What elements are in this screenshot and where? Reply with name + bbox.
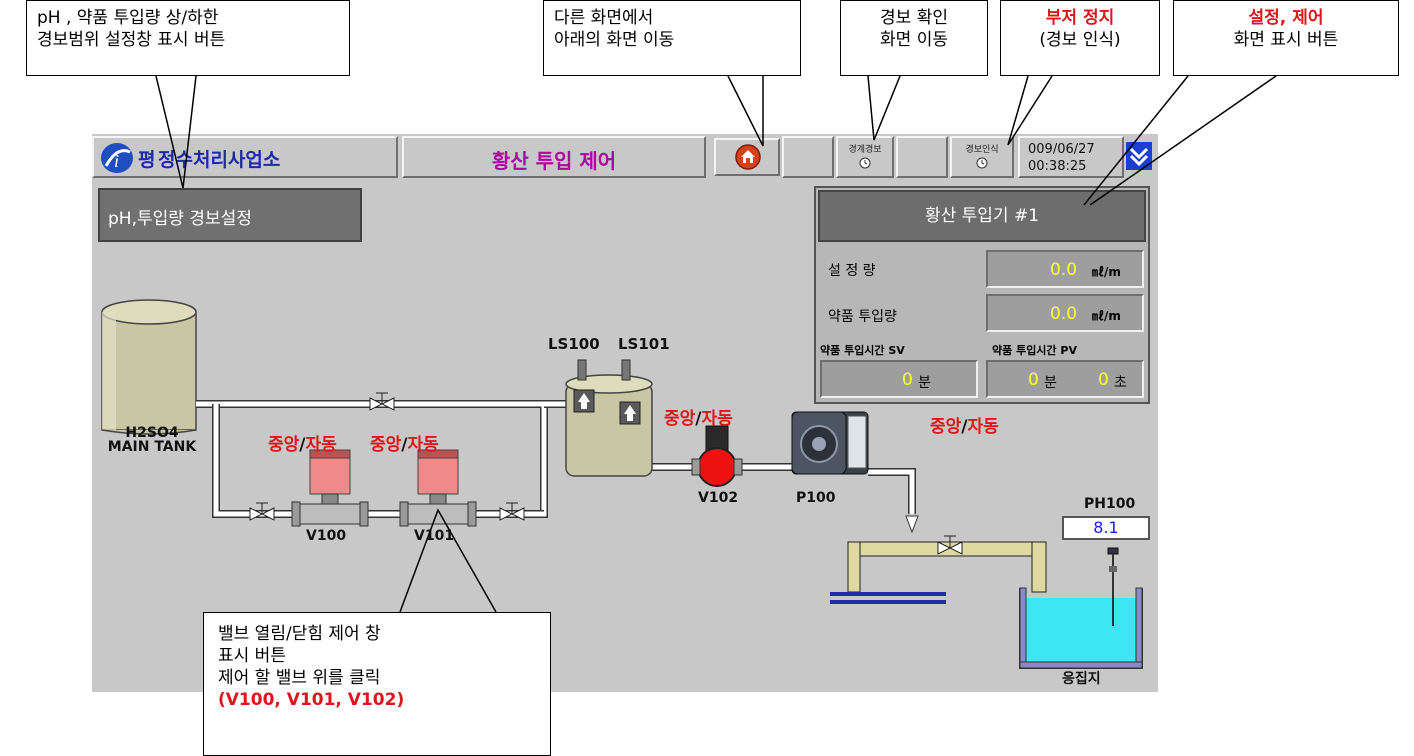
ls101-label: LS101 (618, 335, 670, 353)
callout-alarm-check: 경보 확인 화면 이동 (840, 0, 988, 76)
mode-tag-v102-central: 중앙 (664, 409, 696, 429)
ph-value: 8.1 (1093, 518, 1119, 537)
hmi-screen: i 평 정수처리사업소 황산 투입 제어 경계경보 경보인식 009/06/27… (92, 134, 1158, 692)
mode-tag-v102[interactable]: 중앙/자동 (664, 404, 733, 429)
v102-label: V102 (698, 490, 739, 506)
pointer-alarm-check (867, 75, 901, 141)
mode-tag-p100[interactable]: 중앙/자동 (930, 412, 999, 437)
v101-label: V101 (414, 528, 455, 544)
valve-v101[interactable] (399, 449, 477, 527)
callout-alarm-setting-line1: pH , 약품 투입량 상/하한 (37, 8, 219, 28)
mode-tag-v102-auto: 자동 (701, 409, 733, 429)
callout-control: 설정, 제어 화면 표시 버튼 (1173, 0, 1399, 76)
mode-tag-v100-auto: 자동 (305, 435, 337, 455)
main-tank (101, 299, 197, 435)
discharge-line (830, 515, 1047, 604)
callout-alarm-setting-line2: 경보범위 설정창 표시 버튼 (37, 30, 226, 50)
ls100-label: LS100 (548, 335, 600, 353)
callout-control-line1: 설정, 제어 (1248, 8, 1324, 28)
callout-buzzer-line2: (경보 인식) (1039, 30, 1121, 50)
basin-label: 응집지 (1062, 671, 1101, 687)
mode-tag-p100-central: 중앙 (930, 417, 962, 437)
pump-p100[interactable] (791, 411, 869, 475)
callout-home-line2: 아래의 화면 이동 (554, 30, 675, 50)
callout-valve-line3: 제어 할 밸브 위를 클릭 (218, 668, 381, 688)
callout-alarm-check-line1: 경보 확인 (880, 8, 948, 28)
mode-tag-v101-auto: 자동 (407, 435, 439, 455)
valve-v100[interactable] (291, 449, 369, 527)
valve-v102[interactable] (691, 425, 743, 487)
mode-tag-p100-auto: 자동 (967, 417, 999, 437)
mode-tag-v101-central: 중앙 (370, 435, 402, 455)
callout-alarm-check-line2: 화면 이동 (880, 30, 948, 50)
callout-control-line2: 화면 표시 버튼 (1233, 30, 1339, 50)
mode-tag-v100-central: 중앙 (268, 435, 300, 455)
callout-valve-line1: 밸브 열림/닫힘 제어 창 (218, 624, 381, 644)
callout-valve-line2: 표시 버튼 (218, 646, 286, 666)
callout-valve: 밸브 열림/닫힘 제어 창 표시 버튼 제어 할 밸브 위를 클릭 (V100,… (203, 612, 551, 756)
main-tank-label-line2: MAIN TANK (107, 439, 197, 455)
callout-buzzer-line1: 부저 정지 (1045, 8, 1115, 28)
mode-tag-v101[interactable]: 중앙/자동 (370, 430, 439, 455)
callout-home-line1: 다른 화면에서 (554, 8, 654, 28)
callout-valve-line4: (V100, V101, V102) (218, 690, 405, 710)
ph-value-box: 8.1 (1062, 516, 1150, 540)
callout-buzzer: 부저 정지 (경보 인식) (1000, 0, 1160, 76)
mode-tag-v100[interactable]: 중앙/자동 (268, 430, 337, 455)
callout-home: 다른 화면에서 아래의 화면 이동 (543, 0, 801, 76)
coagulation-basin (1019, 587, 1143, 669)
day-tank (565, 359, 653, 477)
ph-tag-label: PH100 (1084, 496, 1136, 512)
main-tank-label-line1: H2SO4 (125, 425, 179, 441)
main-tank-label: H2SO4 MAIN TANK (100, 426, 204, 454)
callout-alarm-setting: pH , 약품 투입량 상/하한 경보범위 설정창 표시 버튼 (26, 0, 350, 76)
v100-label: V100 (306, 528, 347, 544)
p100-label: P100 (796, 490, 836, 506)
